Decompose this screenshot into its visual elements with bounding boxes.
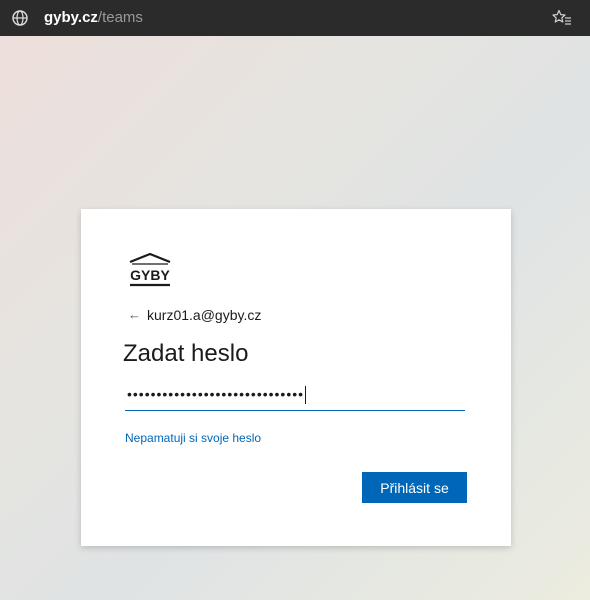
back-to-account[interactable]: ← kurz01.a@gyby.cz xyxy=(128,307,261,323)
gyby-logo: GYBY xyxy=(129,252,170,287)
url-path: /teams xyxy=(97,9,143,26)
address-bar: gyby.cz/teams xyxy=(0,0,590,36)
forgot-password-link[interactable]: Nepamatuji si svoje heslo xyxy=(125,431,261,445)
account-email: kurz01.a@gyby.cz xyxy=(147,307,262,323)
globe-icon[interactable] xyxy=(11,9,29,27)
sign-in-button[interactable]: Přihlásit se xyxy=(362,472,467,503)
url-field[interactable]: gyby.cz/teams xyxy=(44,9,143,27)
password-field[interactable]: •••••••••••••••••••••••••••••• xyxy=(125,381,465,411)
text-caret xyxy=(305,386,307,405)
favorites-icon[interactable] xyxy=(552,9,572,27)
logo-text: GYBY xyxy=(130,267,170,283)
back-arrow-icon[interactable]: ← xyxy=(128,307,141,323)
sign-in-card: GYBY ← kurz01.a@gyby.cz Zadat heslo ••••… xyxy=(81,209,511,546)
password-value: •••••••••••••••••••••••••••••• xyxy=(127,384,307,405)
url-host: gyby.cz xyxy=(44,9,98,26)
page-title: Zadat heslo xyxy=(123,340,249,367)
